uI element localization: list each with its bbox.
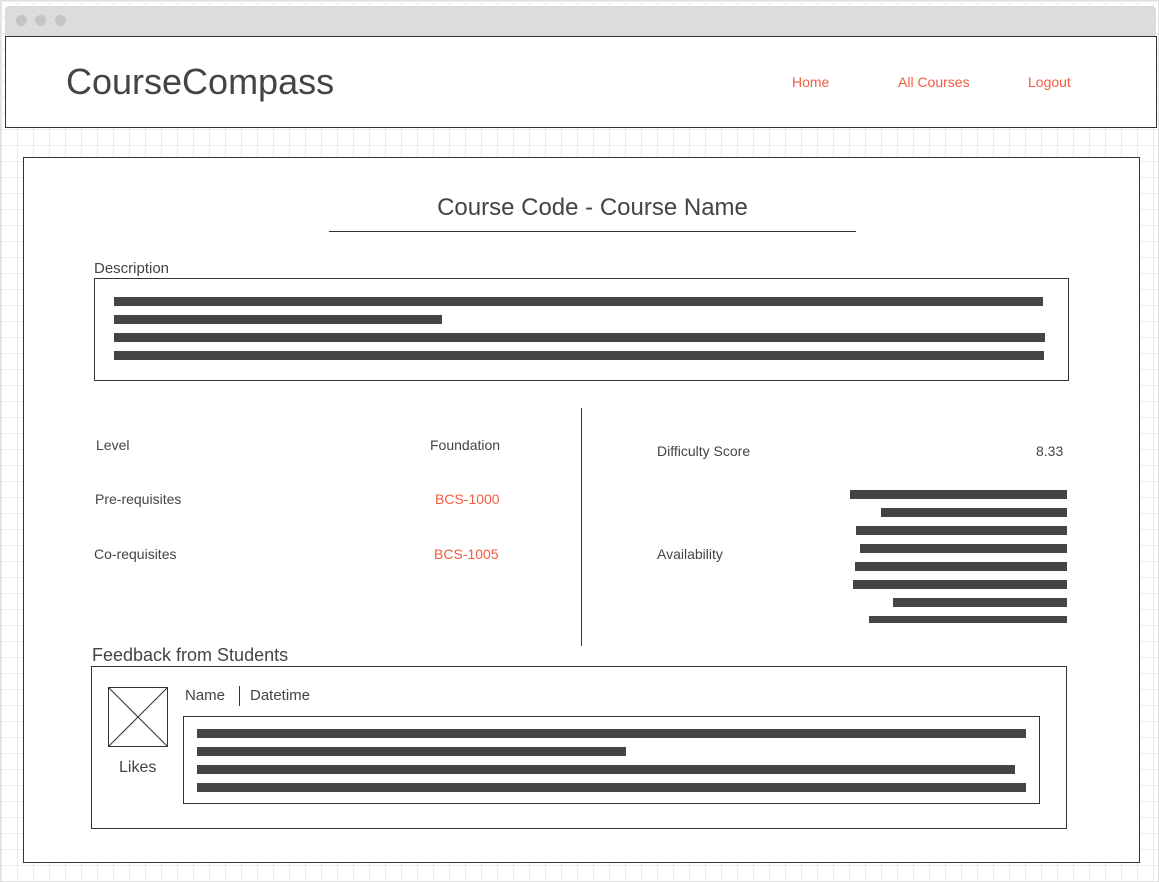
title-underline (329, 231, 856, 232)
text-placeholder-line (197, 747, 626, 756)
column-divider (581, 408, 582, 646)
course-detail-panel: Course Code - Course Name Description Le… (23, 157, 1140, 863)
availability-placeholder-line (853, 580, 1067, 589)
text-placeholder-line (197, 765, 1015, 774)
name-datetime-separator (239, 686, 240, 706)
text-placeholder-line (114, 351, 1044, 360)
text-placeholder-line (114, 315, 442, 324)
description-box (94, 278, 1069, 381)
text-placeholder-line (114, 297, 1043, 306)
availability-placeholder-line (856, 526, 1067, 535)
availability-placeholder-line (855, 562, 1067, 571)
likes-button[interactable]: Likes (119, 759, 156, 777)
nav-home-link[interactable]: Home (792, 74, 829, 90)
feedback-author-name: Name (185, 687, 226, 704)
avatar (108, 687, 168, 747)
availability-label: Availability (657, 546, 723, 562)
page-title: Course Code - Course Name (437, 194, 748, 221)
corequisite-link[interactable]: BCS-1005 (434, 546, 499, 562)
feedback-section-label: Feedback from Students (92, 645, 289, 665)
level-value: Foundation (430, 437, 501, 453)
brand-logo[interactable]: CourseCompass (66, 61, 334, 103)
text-placeholder-line (114, 333, 1045, 342)
difficulty-score-label: Difficulty Score (657, 443, 751, 459)
availability-placeholder-line (869, 616, 1067, 623)
site-header: CourseCompass Home All Courses Logout (5, 36, 1157, 128)
text-placeholder-line (197, 783, 1026, 792)
difficulty-score-value: 8.33 (1036, 443, 1064, 459)
description-label: Description (94, 260, 170, 277)
text-placeholder-line (197, 729, 1026, 738)
window-minimize-dot[interactable] (35, 15, 46, 26)
level-label: Level (96, 437, 130, 453)
nav-all-courses-link[interactable]: All Courses (898, 74, 970, 90)
feedback-datetime: Datetime (250, 687, 311, 704)
corequisites-label: Co-requisites (94, 546, 177, 562)
window-close-dot[interactable] (16, 15, 27, 26)
availability-placeholder-line (881, 508, 1067, 517)
availability-placeholder-line (850, 490, 1067, 499)
prerequisite-link[interactable]: BCS-1000 (435, 491, 500, 507)
browser-window: CourseCompass Home All Courses Logout Co… (0, 0, 1159, 882)
availability-placeholder-line (860, 544, 1067, 553)
availability-placeholder-line (893, 598, 1067, 607)
prerequisites-label: Pre-requisites (95, 491, 182, 507)
window-titlebar (5, 6, 1156, 36)
window-maximize-dot[interactable] (55, 15, 66, 26)
feedback-comment-box (183, 716, 1040, 804)
nav-logout-link[interactable]: Logout (1028, 74, 1071, 90)
